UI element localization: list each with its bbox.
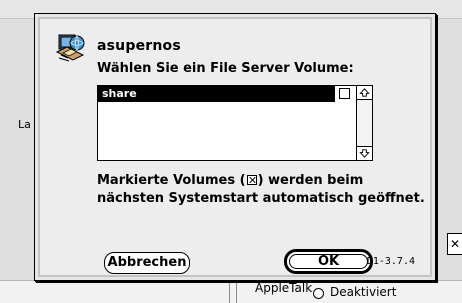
background-divider-2 <box>236 282 237 303</box>
volume-item-share[interactable]: share <box>98 86 335 102</box>
volume-item-label: share <box>102 87 137 100</box>
note-line-2: nächsten Systemstart automatisch geöffne… <box>97 191 425 206</box>
volume-list[interactable]: share <box>97 85 373 161</box>
background-close-box: ✕ <box>447 233 462 255</box>
background-divider-1 <box>229 282 230 303</box>
background-appletalk-label: AppleTalk <box>255 281 313 295</box>
dialog-inner-frame: asupernos Wählen Sie ein File Server Vol… <box>38 17 432 277</box>
note-line-1-suffix: ) werden beim <box>257 173 364 188</box>
volume-open-at-startup-checkbox[interactable] <box>339 88 350 99</box>
screen: La ✕ AppleTalk Deaktiviert asupernos Wäh… <box>0 0 462 303</box>
ok-button[interactable]: OK <box>289 254 368 269</box>
volume-chooser-dialog: asupernos Wählen Sie ein File Server Vol… <box>34 13 436 281</box>
scroll-down-arrow-icon[interactable] <box>357 146 372 160</box>
checked-box-icon <box>246 175 257 185</box>
note-line-1-prefix: Markierte Volumes ( <box>97 173 246 188</box>
background-left-label: La <box>18 118 31 131</box>
server-chooser-icon <box>55 34 85 62</box>
background-deactivated-radio[interactable] <box>313 288 324 299</box>
ok-button-default-ring[interactable]: OK <box>284 249 373 274</box>
background-deactivated-label: Deaktiviert <box>330 285 397 299</box>
note-line-1: Markierte Volumes ( ) werden beim <box>97 172 427 190</box>
startup-volume-note: Markierte Volumes ( ) werden beim nächste… <box>97 172 427 208</box>
volume-instruction: Wählen Sie ein File Server Volume: <box>97 61 354 76</box>
version-label: D1-3.7.4 <box>366 256 415 267</box>
volume-list-scrollbar[interactable] <box>356 86 372 160</box>
server-name: asupernos <box>97 38 181 54</box>
cancel-button[interactable]: Abbrechen <box>104 252 190 274</box>
scroll-up-arrow-icon[interactable] <box>357 86 372 100</box>
